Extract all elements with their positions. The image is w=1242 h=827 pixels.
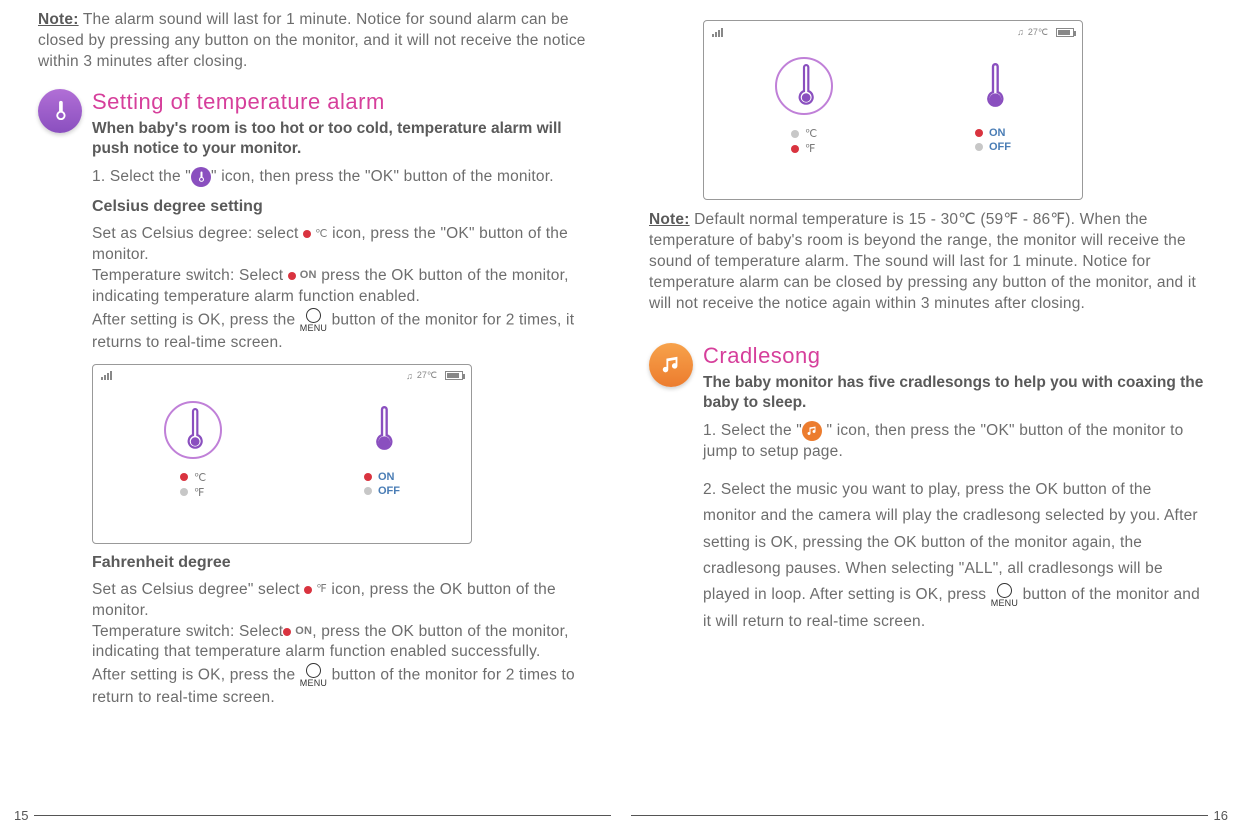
thermometer-alt-icon [368,401,396,459]
unit-group: ℃ ℉ [164,401,222,501]
thermometer-circle-icon [164,401,222,459]
page-footer-15: 15 [10,808,621,823]
statusbar: ♫ 27℃ [93,369,471,383]
opt-c: ℃ [194,471,206,484]
opt-c: ℃ [805,127,817,140]
opt-off: OFF [378,485,400,497]
signal-icon [712,28,723,37]
note-label: Note: [38,11,79,28]
page-15: Note: The alarm sound will last for 1 mi… [10,0,621,827]
fahr-switch: Temperature switch: Select ON, press the… [92,622,593,664]
radio-c-icon: ℃ [303,227,328,242]
fahr-select: Set as Celsius degree" select ℉ icon, pr… [92,580,593,622]
signal-icon [101,371,112,380]
temp-alarm-title: Setting of temperature alarm [92,89,593,115]
thermometer-icon [38,89,82,133]
page-16: ♫ 27℃ ℃ ℉ ON OFF [621,0,1232,827]
radio-on-icon: ON [283,624,312,639]
fahr-heading: Fahrenheit degree [92,554,593,572]
battery-icon [445,371,463,380]
cradlesong-title: Cradlesong [703,343,1204,369]
cradlesong-step1: 1. Select the " " icon, then press the "… [703,421,1204,463]
cradlesong-section-head: Cradlesong The baby monitor has five cra… [649,343,1204,413]
cradlesong-subtitle: The baby monitor has five cradlesongs to… [703,373,1204,413]
celsius-select: Set as Celsius degree: select ℃ icon, pr… [92,224,593,266]
cradlesong-body: 1. Select the " " icon, then press the "… [649,421,1204,635]
unit-group: ℃ ℉ [775,57,833,157]
status-temp: 27℃ [417,370,437,381]
opt-on: ON [378,471,395,483]
page-number: 16 [1214,808,1228,823]
celsius-return: After setting is OK, press the MENU butt… [92,308,593,354]
cradlesong-step2: 2. Select the music you want to play, pr… [703,477,1204,635]
statusbar: ♫ 27℃ [704,25,1082,39]
opt-off: OFF [989,141,1011,153]
page-number: 15 [14,808,28,823]
note-label: Note: [649,211,690,228]
onoff-group: ON OFF [364,401,400,499]
music-note-icon: ♫ [406,371,413,381]
music-note-icon: ♫ [1017,27,1024,37]
temp-range-note: Note: Default normal temperature is 15 -… [649,210,1204,315]
screen-fahrenheit: ♫ 27℃ ℃ ℉ ON OFF [703,20,1083,200]
thermometer-circle-icon [775,57,833,115]
page-footer-16: 16 [621,808,1232,823]
fahr-return: After setting is OK, press the MENU butt… [92,663,593,709]
opt-on: ON [989,127,1006,139]
screen-celsius: ♫ 27℃ ℃ ℉ [92,364,472,544]
thermometer-alt-icon [979,57,1007,115]
step1: 1. Select the "" icon, then press the "O… [92,167,593,188]
sound-alarm-note: Note: The alarm sound will last for 1 mi… [38,10,593,73]
radio-on-icon: ON [288,268,317,283]
battery-icon [1056,28,1074,37]
thermometer-icon [191,167,211,187]
status-temp: 27℃ [1028,27,1048,38]
opt-f: ℉ [805,142,815,155]
temp-alarm-body: 1. Select the "" icon, then press the "O… [38,167,593,709]
opt-f: ℉ [194,486,204,499]
menu-button-icon: MENU [300,308,327,333]
menu-button-icon: MENU [300,663,327,688]
celsius-heading: Celsius degree setting [92,198,593,216]
music-icon [802,421,822,441]
note-text: Default normal temperature is 15 - 30℃ (… [649,211,1196,312]
onoff-group: ON OFF [975,57,1011,155]
menu-button-icon: MENU [991,583,1018,608]
music-icon [649,343,693,387]
celsius-switch: Temperature switch: Select ON press the … [92,266,593,308]
note-text: The alarm sound will last for 1 minute. … [38,11,586,70]
radio-f-icon: ℉ [304,582,327,597]
temp-alarm-section-head: Setting of temperature alarm When baby's… [38,89,593,159]
temp-alarm-subtitle: When baby's room is too hot or too cold,… [92,119,593,159]
